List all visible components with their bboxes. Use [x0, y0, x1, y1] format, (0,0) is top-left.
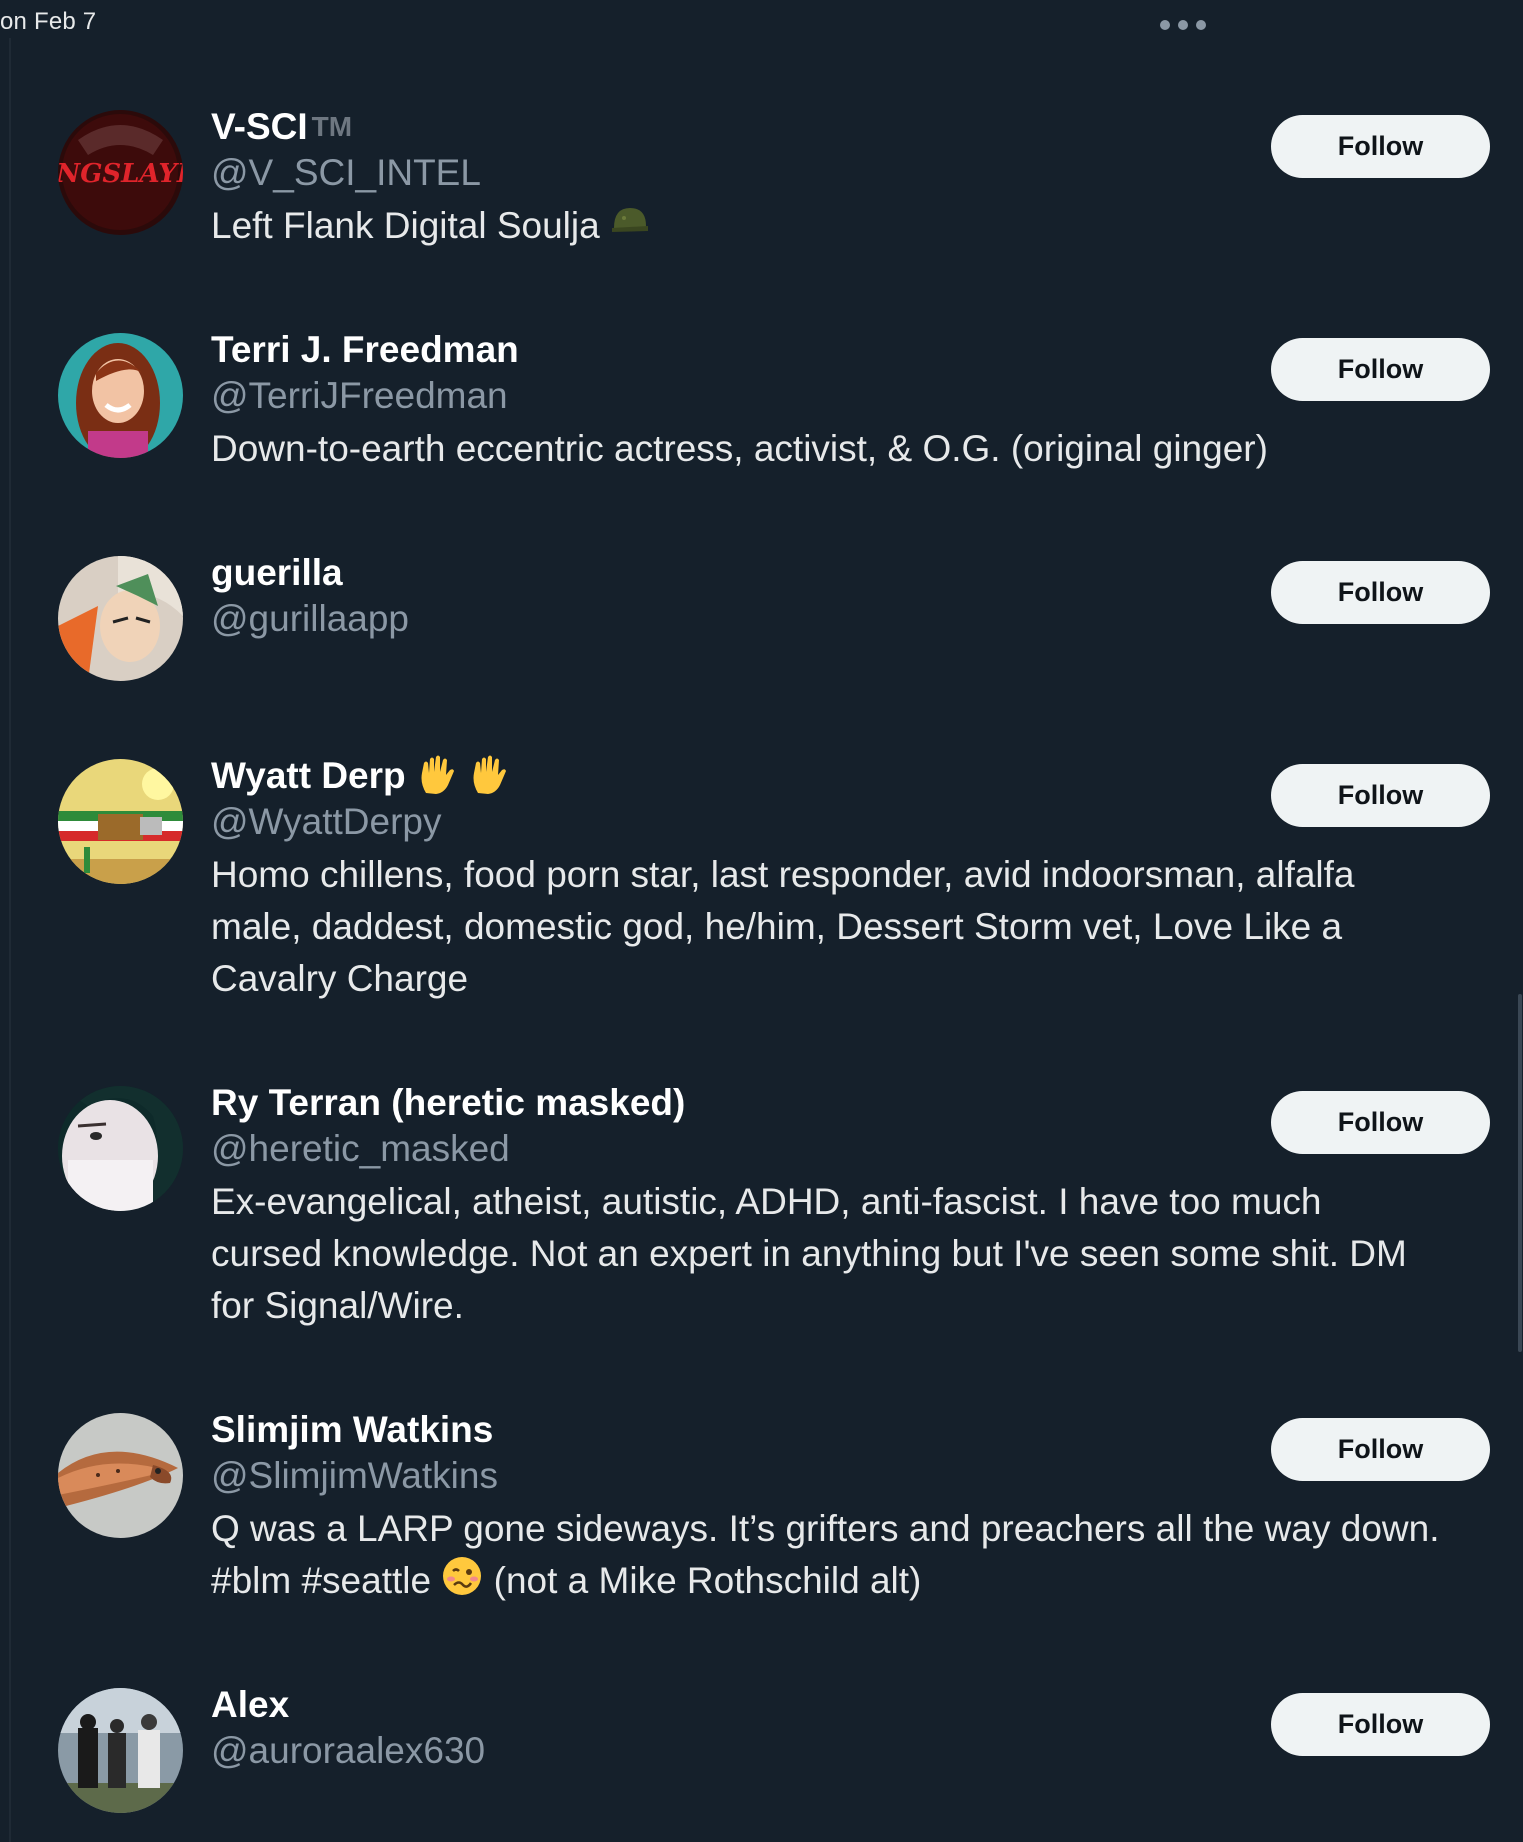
bio-line: Cavalry Charge	[211, 958, 469, 999]
follow-button[interactable]: Follow	[1271, 764, 1490, 827]
display-name[interactable]: Wyatt Derp	[211, 755, 406, 797]
avatar-image	[58, 759, 183, 884]
bio-line: Down-to-earth eccentric actress, activis…	[211, 428, 1268, 469]
bio: Ex-evangelical, atheist, autistic, ADHD,…	[211, 1176, 1471, 1332]
avatar-image	[58, 1413, 183, 1538]
avatar-image	[58, 1688, 183, 1813]
thread-connector-line	[9, 38, 11, 1842]
follow-button[interactable]: Follow	[1271, 115, 1490, 178]
bio-line: male, daddest, domestic god, he/him, Des…	[211, 906, 1343, 947]
raised-hand-icon	[468, 753, 510, 800]
follow-button[interactable]: Follow	[1271, 338, 1490, 401]
avatar[interactable]: KINGSLAYER	[58, 110, 183, 235]
bio-text: (not a Mike Rothschild alt)	[493, 1560, 922, 1601]
bio: Left Flank Digital Soulja	[211, 200, 1471, 254]
follow-button[interactable]: Follow	[1271, 561, 1490, 624]
avatar[interactable]	[58, 1413, 183, 1538]
avatar-image	[58, 556, 183, 681]
display-name[interactable]: guerilla	[211, 552, 343, 594]
avatar-image: KINGSLAYER	[58, 110, 183, 235]
bio: Q was a LARP gone sideways. It’s grifter…	[211, 1503, 1471, 1611]
bio-line: for Signal/Wire.	[211, 1285, 464, 1326]
trademark-suffix: TM	[311, 111, 353, 142]
dot	[1160, 20, 1170, 30]
bio-line: Ex-evangelical, atheist, autistic, ADHD,…	[211, 1181, 1322, 1222]
bio: Homo chillens, food porn star, last resp…	[211, 849, 1471, 1005]
follow-button[interactable]: Follow	[1271, 1418, 1490, 1481]
display-name[interactable]: Slimjim Watkins	[211, 1409, 493, 1451]
avatar[interactable]	[58, 1688, 183, 1813]
dot	[1196, 20, 1206, 30]
avatar-image	[58, 1086, 183, 1211]
scrollbar[interactable]	[1518, 994, 1522, 1352]
bio-line: Homo chillens, food porn star, last resp…	[211, 854, 1355, 895]
avatar[interactable]	[58, 759, 183, 884]
display-name[interactable]: Ry Terran (heretic masked)	[211, 1082, 685, 1124]
woozy-face-icon	[441, 1555, 483, 1611]
date-fragment: on Feb 7	[0, 8, 97, 35]
bio-line: Q was a LARP gone sideways. It’s grifter…	[211, 1508, 1440, 1549]
display-name[interactable]: V-SCI	[211, 106, 308, 148]
follow-button[interactable]: Follow	[1271, 1091, 1490, 1154]
more-horizontal-icon[interactable]	[1160, 18, 1210, 32]
bio-line: Left Flank Digital Soulja	[211, 205, 600, 246]
follow-button[interactable]: Follow	[1271, 1693, 1490, 1756]
bio-line-2: #blm #seattle (not a Mike Rothschild alt…	[211, 1555, 1471, 1611]
dot	[1178, 20, 1188, 30]
avatar-logo-text: KINGSLAYER	[58, 159, 183, 189]
bio-line: cursed knowledge. Not an expert in anyth…	[211, 1233, 1407, 1274]
avatar[interactable]	[58, 333, 183, 458]
bio: Down-to-earth eccentric actress, activis…	[211, 423, 1471, 475]
avatar[interactable]	[58, 556, 183, 681]
avatar-image	[58, 333, 183, 458]
helmet-icon	[610, 202, 650, 254]
display-name[interactable]: Alex	[211, 1684, 289, 1726]
avatar[interactable]	[58, 1086, 183, 1211]
display-name[interactable]: Terri J. Freedman	[211, 329, 519, 371]
hashtags[interactable]: #blm #seattle	[211, 1560, 431, 1601]
raised-hand-icon	[416, 753, 458, 800]
